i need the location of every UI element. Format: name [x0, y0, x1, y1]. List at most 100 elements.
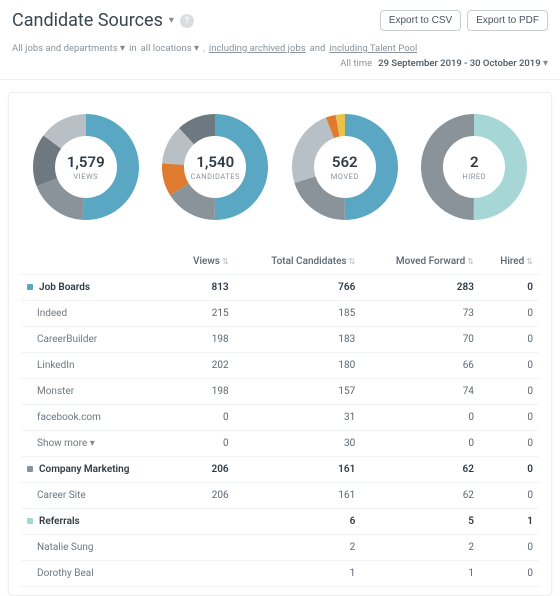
chevron-down-icon[interactable]: ▾ — [169, 15, 174, 26]
sort-icon: ⇅ — [349, 257, 356, 266]
cell-moved: 74 — [361, 379, 480, 405]
filter-bar: All jobs and departments ▾ in all locati… — [0, 39, 560, 80]
donut-label: MOVED — [331, 172, 359, 181]
filter-in: in — [129, 43, 137, 54]
cell-total: 161 — [235, 457, 362, 483]
help-icon[interactable]: ? — [180, 14, 194, 28]
table-row: Natalie Sung 2 2 0 — [21, 535, 539, 561]
cell-views: 215 — [172, 301, 235, 327]
cell-total: 6 — [235, 509, 362, 535]
cell-views: 0 — [172, 405, 235, 431]
row-name: CareerBuilder — [21, 327, 172, 353]
cell-hired: 0 — [480, 327, 539, 353]
cell-moved: 66 — [361, 353, 480, 379]
cell-hired: 0 — [480, 405, 539, 431]
table-group-row[interactable]: Company Marketing 206 161 62 0 — [21, 457, 539, 483]
cell-moved: 283 — [361, 275, 480, 301]
cell-moved: 5 — [361, 509, 480, 535]
show-more-link[interactable]: Show more ▾ — [21, 431, 172, 457]
cell-hired: 0 — [480, 431, 539, 457]
donut-chart: 1,540 CANDIDATES — [159, 111, 271, 223]
col-total[interactable]: Total Candidates⇅ — [235, 249, 362, 275]
row-name: LinkedIn — [21, 353, 172, 379]
donut-label: HIRED — [462, 172, 486, 181]
cell-hired: 0 — [480, 379, 539, 405]
group-name: Referrals — [39, 516, 80, 527]
show-more-row[interactable]: Show more ▾ 0 30 0 0 — [21, 431, 539, 457]
filter-jobs[interactable]: All jobs and departments ▾ — [12, 43, 125, 54]
cell-total: 185 — [235, 301, 362, 327]
export-csv-button[interactable]: Export to CSV — [380, 10, 461, 31]
report-card: 1,579 VIEWS 1,540 CANDIDATES 562 MOVED 2… — [8, 92, 552, 596]
cell-views — [172, 535, 235, 561]
cell-moved: 62 — [361, 483, 480, 509]
cell-moved: 73 — [361, 301, 480, 327]
donut-value: 1,540 — [196, 153, 234, 171]
export-pdf-button[interactable]: Export to PDF — [467, 10, 548, 31]
filter-alltime: All time — [340, 58, 372, 69]
cell-views: 206 — [172, 483, 235, 509]
table-row: Dorothy Beal 1 1 0 — [21, 561, 539, 587]
table-row: CareerBuilder 198 183 70 0 — [21, 327, 539, 353]
donut-label: VIEWS — [73, 172, 98, 181]
filter-and: and — [310, 43, 326, 54]
donut-chart: 562 MOVED — [289, 111, 401, 223]
cell-moved: 2 — [361, 535, 480, 561]
cell-total: 183 — [235, 327, 362, 353]
group-color-dot — [27, 518, 33, 524]
cell-hired: 0 — [480, 275, 539, 301]
donut-value: 1,579 — [67, 153, 105, 171]
sort-icon: ⇅ — [526, 257, 533, 266]
donut-chart: 2 HIRED — [418, 111, 530, 223]
cell-views: 198 — [172, 327, 235, 353]
row-name: Indeed — [21, 301, 172, 327]
table-group-row[interactable]: Referrals 6 5 1 — [21, 509, 539, 535]
cell-moved: 1 — [361, 561, 480, 587]
row-name: facebook.com — [21, 405, 172, 431]
cell-total: 31 — [235, 405, 362, 431]
filter-archived-link[interactable]: including archived jobs — [209, 43, 306, 54]
donut-row: 1,579 VIEWS 1,540 CANDIDATES 562 MOVED 2… — [21, 111, 539, 223]
donut-value: 562 — [332, 153, 358, 171]
row-name: Dorothy Beal — [21, 561, 172, 587]
cell-hired: 0 — [480, 483, 539, 509]
row-name: Natalie Sung — [21, 535, 172, 561]
chevron-down-icon: ▾ — [120, 43, 125, 54]
cell-moved: 0 — [361, 405, 480, 431]
caret-down-icon: ▾ — [90, 438, 95, 449]
chevron-down-icon: ▾ — [543, 58, 548, 69]
cell-views: 813 — [172, 275, 235, 301]
sort-icon: ⇅ — [467, 257, 474, 266]
col-name — [21, 249, 172, 275]
cell-moved: 0 — [361, 431, 480, 457]
filter-talent-link[interactable]: including Talent Pool — [329, 43, 417, 54]
cell-views: 0 — [172, 431, 235, 457]
cell-total: 161 — [235, 483, 362, 509]
group-name: Job Boards — [39, 282, 90, 293]
page-title: Candidate Sources — [12, 10, 163, 31]
cell-moved: 62 — [361, 457, 480, 483]
col-views[interactable]: Views⇅ — [172, 249, 235, 275]
filter-daterange[interactable]: 29 September 2019 - 30 October 2019 ▾ — [378, 58, 548, 69]
filter-locations[interactable]: all locations ▾ — [141, 43, 199, 54]
cell-hired: 0 — [480, 457, 539, 483]
table-group-row[interactable]: Job Boards 813 766 283 0 — [21, 275, 539, 301]
col-hired[interactable]: Hired⇅ — [480, 249, 539, 275]
donut-label: CANDIDATES — [190, 172, 240, 181]
table-row: Indeed 215 185 73 0 — [21, 301, 539, 327]
cell-hired: 0 — [480, 353, 539, 379]
table-row: Career Site 206 161 62 0 — [21, 483, 539, 509]
separator: , — [203, 43, 205, 54]
cell-views: 198 — [172, 379, 235, 405]
group-color-dot — [27, 466, 33, 472]
col-moved[interactable]: Moved Forward⇅ — [361, 249, 480, 275]
group-name: Company Marketing — [39, 464, 129, 475]
table-row: LinkedIn 202 180 66 0 — [21, 353, 539, 379]
sort-icon: ⇅ — [222, 257, 229, 266]
cell-hired: 0 — [480, 561, 539, 587]
row-name: Monster — [21, 379, 172, 405]
cell-hired: 0 — [480, 535, 539, 561]
cell-total: 157 — [235, 379, 362, 405]
cell-total: 1 — [235, 561, 362, 587]
donut-chart: 1,579 VIEWS — [30, 111, 142, 223]
